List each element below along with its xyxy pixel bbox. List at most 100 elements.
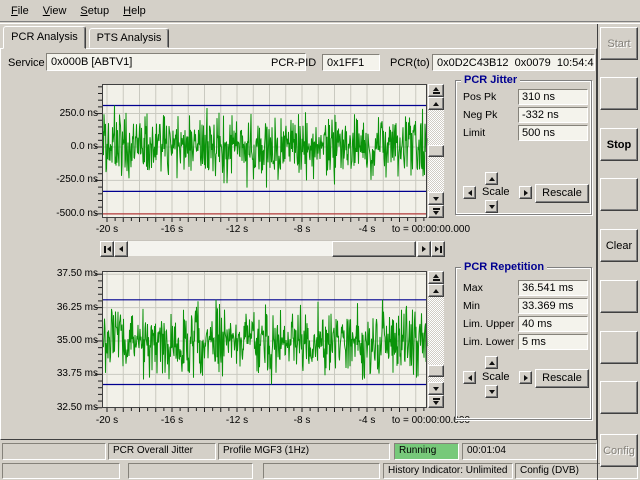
limit-label: Limit xyxy=(463,127,485,139)
lim-lower-field: 5 ms xyxy=(518,334,588,350)
arrow-left-icon xyxy=(119,246,123,252)
status-cell-empty xyxy=(2,443,106,460)
scroll-to-end-button[interactable] xyxy=(431,241,445,257)
blank-function-button[interactable] xyxy=(600,381,638,414)
max-label: Max xyxy=(463,282,483,294)
end-bar-icon xyxy=(104,246,106,253)
service-field[interactable]: 0x000B [ABTV1] xyxy=(46,53,306,71)
scroll-to-start-button[interactable] xyxy=(100,241,114,257)
arrow-right-icon xyxy=(524,375,528,381)
clear-button[interactable]: Clear xyxy=(600,229,638,262)
time-horizontal-scrollbar[interactable] xyxy=(100,240,445,256)
scale-left-button[interactable] xyxy=(463,186,476,199)
blank-function-button[interactable] xyxy=(600,331,638,364)
end-bar-icon xyxy=(433,279,440,281)
pcr-pid-field[interactable]: 0x1FF1 xyxy=(322,54,380,71)
end-bar-icon xyxy=(440,246,442,253)
scroll-down-button[interactable] xyxy=(428,382,444,395)
arrow-left-icon xyxy=(468,190,472,196)
arrow-down-icon xyxy=(433,211,439,215)
jitter-vertical-scrollbar[interactable] xyxy=(428,84,444,218)
tab-pcr-analysis[interactable]: PCR Analysis xyxy=(3,26,86,49)
arrow-up-icon xyxy=(489,177,495,181)
scroll-to-bottom-button[interactable] xyxy=(428,205,444,218)
rescale-button[interactable]: Rescale xyxy=(535,369,589,388)
lim-lower-label: Lim. Lower xyxy=(463,336,514,348)
status-cell-empty xyxy=(128,463,253,479)
scroll-down-button[interactable] xyxy=(428,192,444,205)
stop-button[interactable]: Stop xyxy=(600,128,638,161)
arrow-left-icon xyxy=(468,375,472,381)
status-elapsed-time: 00:01:04 xyxy=(462,443,597,460)
pcr-to-label: PCR(to) xyxy=(390,57,430,69)
end-bar-icon xyxy=(433,398,440,400)
menu-bar: FileViewSetupHelp xyxy=(0,0,640,21)
neg-pk-field: -332 ns xyxy=(518,107,588,123)
end-bar-icon xyxy=(433,92,440,94)
menu-item-file[interactable]: File xyxy=(4,3,36,19)
scroll-up-button[interactable] xyxy=(428,284,444,297)
arrow-down-icon xyxy=(489,205,495,209)
arrow-left-icon xyxy=(107,246,111,252)
service-label: Service xyxy=(8,57,45,69)
menu-item-setup[interactable]: Setup xyxy=(73,3,116,19)
menu-item-view[interactable]: View xyxy=(36,3,74,19)
button-rail-divider xyxy=(597,24,598,480)
status-profile: Profile MGF3 (1Hz) xyxy=(218,443,390,460)
status-history-indicator: History Indicator: Unlimited xyxy=(383,463,513,479)
scale-left-button[interactable] xyxy=(463,371,476,384)
status-running-badge: Running xyxy=(394,443,459,460)
scroll-left-button[interactable] xyxy=(114,241,128,257)
scale-down-button[interactable] xyxy=(485,385,498,398)
scale-down-button[interactable] xyxy=(485,200,498,213)
scale-up-button[interactable] xyxy=(485,356,498,369)
blank-function-button[interactable] xyxy=(600,178,638,211)
status-cell-empty xyxy=(263,463,380,479)
end-bar-icon xyxy=(433,208,440,210)
max-field: 36.541 ms xyxy=(518,280,588,296)
scroll-up-button[interactable] xyxy=(428,97,444,110)
scrollbar-thumb[interactable] xyxy=(428,145,444,157)
app-window: FileViewSetupHelp PCR Analysis PTS Analy… xyxy=(0,0,640,480)
arrow-down-icon xyxy=(433,387,439,391)
status-cell-empty xyxy=(2,463,120,479)
scroll-to-top-button[interactable] xyxy=(428,271,444,284)
config-button[interactable]: Config xyxy=(600,434,638,467)
menu-item-help[interactable]: Help xyxy=(116,3,153,19)
scale-label: Scale xyxy=(482,186,510,198)
arrow-up-icon xyxy=(433,289,439,293)
arrow-up-icon xyxy=(489,361,495,365)
start-button[interactable]: Start xyxy=(600,27,638,60)
scale-label: Scale xyxy=(482,371,510,383)
arrow-down-icon xyxy=(433,401,439,405)
arrow-down-icon xyxy=(433,197,439,201)
pcr-to-field[interactable]: 0x0D2C43B12 0x0079 10:54:4 xyxy=(432,54,595,71)
min-field: 33.369 ms xyxy=(518,298,588,314)
limit-field: 500 ns xyxy=(518,125,588,141)
scrollbar-thumb[interactable] xyxy=(332,241,416,257)
scale-right-button[interactable] xyxy=(519,186,532,199)
scroll-to-bottom-button[interactable] xyxy=(428,395,444,408)
min-label: Min xyxy=(463,300,480,312)
pos-pk-label: Pos Pk xyxy=(463,91,496,103)
scroll-right-button[interactable] xyxy=(417,241,431,257)
pos-pk-field: 310 ns xyxy=(518,89,588,105)
neg-pk-label: Neg Pk xyxy=(463,109,497,121)
pcr-repetition-panel: PCR Repetition Max 36.541 ms Min 33.369 … xyxy=(455,267,592,420)
arrow-up-icon xyxy=(433,87,439,91)
scale-right-button[interactable] xyxy=(519,371,532,384)
status-measurement: PCR Overall Jitter xyxy=(108,443,216,460)
rescale-button[interactable]: Rescale xyxy=(535,184,589,203)
scale-up-button[interactable] xyxy=(485,172,498,185)
blank-function-button[interactable] xyxy=(600,280,638,313)
repetition-vertical-scrollbar[interactable] xyxy=(428,271,444,408)
menu-divider xyxy=(0,21,640,24)
scrollbar-thumb[interactable] xyxy=(428,365,444,377)
scroll-to-top-button[interactable] xyxy=(428,84,444,97)
pcr-jitter-panel: PCR Jitter Pos Pk 310 ns Neg Pk -332 ns … xyxy=(455,80,592,215)
arrow-up-icon xyxy=(433,274,439,278)
panel-title: PCR Jitter xyxy=(461,74,520,86)
blank-function-button[interactable] xyxy=(600,77,638,110)
tab-pts-analysis[interactable]: PTS Analysis xyxy=(89,28,169,48)
lim-upper-field: 40 ms xyxy=(518,316,588,332)
